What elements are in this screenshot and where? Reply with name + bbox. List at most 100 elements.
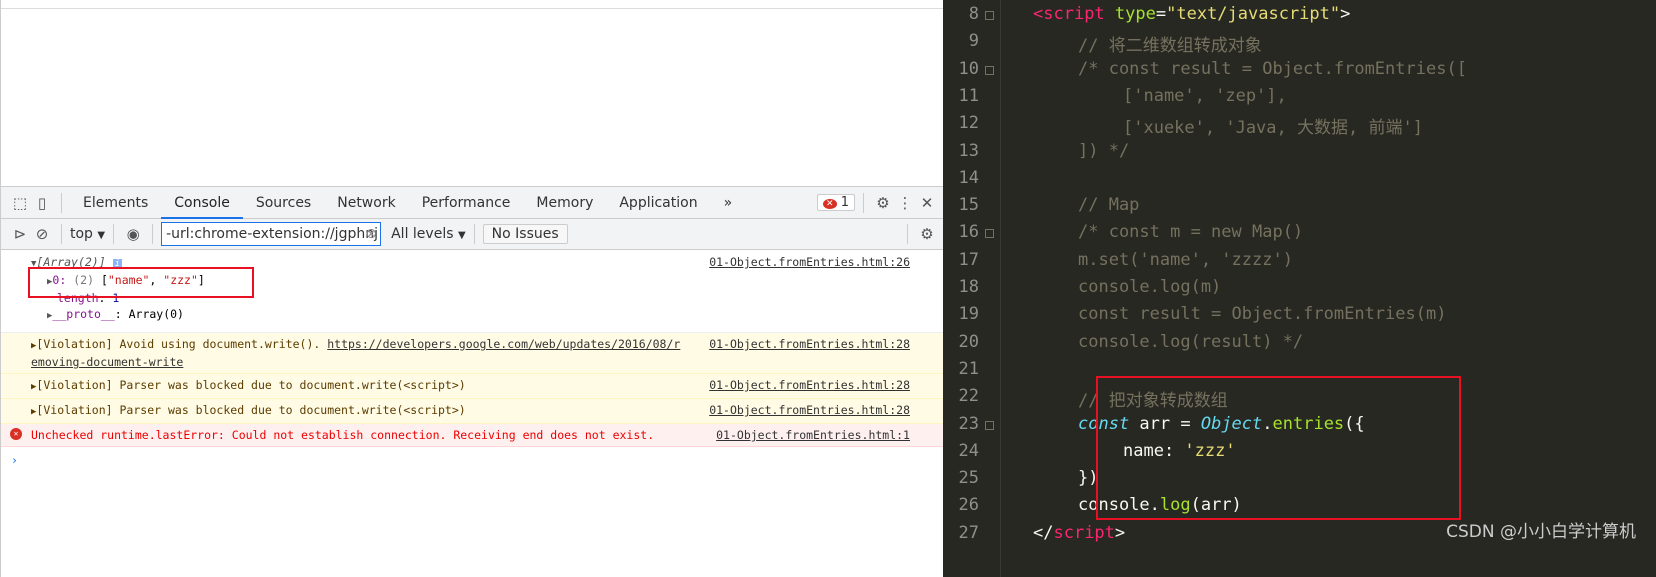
line-number: 24	[958, 440, 979, 461]
line-number: 26	[958, 495, 979, 516]
line-number: 10	[958, 58, 979, 79]
console-warning: ▶[Violation] Parser was blocked due to d…	[1, 399, 944, 424]
highlight-box	[1096, 376, 1461, 520]
message-text: [Violation] Parser was blocked due to do…	[36, 403, 466, 417]
levels-value: All levels	[391, 226, 454, 242]
line-number: 12	[958, 113, 979, 134]
tab-elements[interactable]: Elements	[70, 187, 161, 219]
devtools-tab-bar: ⬚ ▯ Elements Console Sources Network Per…	[1, 186, 944, 219]
fold-toggle-icon[interactable]	[985, 65, 994, 75]
clear-filter-icon[interactable]: ⊗	[365, 223, 377, 245]
console-warning: ▶[Violation] Parser was blocked due to d…	[1, 374, 944, 399]
console-warning: ▶[Violation] Avoid using document.write(…	[1, 333, 944, 374]
error-icon: ✕	[10, 428, 22, 440]
tab-application[interactable]: Application	[606, 187, 710, 219]
divider	[113, 224, 115, 244]
code-line: m.set('name', 'zzzz')	[1078, 249, 1293, 270]
gutter-divider	[1000, 0, 1001, 577]
proto-value: Array(0)	[128, 307, 184, 321]
chevron-down-icon: ▼	[457, 230, 466, 241]
console-settings-gear-icon[interactable]: ⚙	[916, 225, 938, 243]
more-tabs-button[interactable]: »	[711, 187, 746, 219]
array-proto[interactable]: ▶__proto__: Array(0)	[31, 306, 684, 324]
error-count-badge[interactable]: ✕ 1	[817, 194, 855, 211]
inspect-element-icon[interactable]: ⬚	[9, 194, 31, 212]
line-number: 13	[958, 140, 979, 161]
message-text: [Violation] Parser was blocked due to do…	[36, 378, 466, 392]
live-expression-eye-icon[interactable]: ◉	[122, 225, 144, 243]
line-number: 18	[958, 277, 979, 297]
watermark: CSDN @小小白学计算机	[1446, 522, 1636, 542]
code-line: /* const m = new Map()	[1078, 222, 1304, 243]
browser-devtools-panel: ⬚ ▯ Elements Console Sources Network Per…	[0, 0, 944, 577]
line-number: 9	[968, 31, 979, 52]
code-line: console.log(m)	[1078, 277, 1222, 297]
line-number: 23	[958, 413, 979, 434]
fold-toggle-icon[interactable]	[985, 11, 994, 20]
sidebar-toggle-icon[interactable]: ⊳	[9, 225, 31, 243]
code-line: /* const result = Object.fromEntries([	[1078, 58, 1467, 79]
line-number: 20	[958, 331, 979, 352]
code-line: const result = Object.fromEntries(m)	[1078, 304, 1447, 325]
line-number: 22	[958, 386, 979, 407]
divider	[907, 224, 908, 244]
device-toolbar-icon[interactable]: ▯	[31, 194, 53, 212]
line-number: 25	[958, 468, 979, 489]
source-link[interactable]: 01-Object.fromEntries.html:28	[709, 377, 910, 393]
line-number: 11	[958, 85, 979, 106]
console-error: ✕ Unchecked runtime.lastError: Could not …	[1, 424, 944, 447]
tab-memory[interactable]: Memory	[523, 187, 606, 219]
context-selector[interactable]: top ▼	[70, 226, 105, 242]
highlight-box	[28, 267, 254, 298]
issues-button[interactable]: No Issues	[482, 224, 568, 244]
message-text: [Violation] Avoid using document.write()…	[36, 337, 328, 351]
line-number: 27	[958, 522, 979, 543]
proto-key: __proto__	[52, 307, 115, 321]
chevron-down-icon: ▼	[97, 230, 106, 241]
code-line: ['xueke', 'Java, 大数据, 前端']	[1123, 118, 1423, 139]
divider	[152, 224, 154, 244]
page-divider	[1, 8, 944, 9]
source-link[interactable]: 01-Object.fromEntries.html:1	[716, 427, 910, 443]
code-line: ['name', 'zep'],	[1123, 85, 1287, 106]
divider	[61, 224, 62, 244]
console-prompt[interactable]: ›	[1, 447, 944, 473]
code-line: <script type="text/javascript">	[1033, 4, 1351, 24]
line-number: 19	[958, 304, 979, 325]
fold-toggle-icon[interactable]	[985, 229, 994, 239]
line-number: 16	[958, 222, 979, 243]
line-number: 8	[968, 4, 979, 24]
code-line: // Map	[1078, 195, 1140, 216]
divider	[473, 224, 475, 244]
fold-toggle-icon[interactable]	[985, 420, 994, 430]
source-link[interactable]: 01-Object.fromEntries.html:28	[709, 402, 910, 418]
error-icon: ✕	[823, 199, 837, 209]
filter-value: -url:chrome-extension://jgphnj	[166, 226, 378, 242]
code-line: console.log(result) */	[1078, 331, 1304, 352]
line-number: 17	[958, 249, 979, 270]
tab-console[interactable]: Console	[161, 187, 243, 219]
clear-console-icon[interactable]: ⊘	[31, 225, 53, 243]
message-text: Unchecked runtime.lastError: Could not e…	[31, 428, 655, 442]
console-toolbar: ⊳ ⊘ top ▼ ◉ -url:chrome-extension://jgph…	[1, 219, 944, 250]
divider	[863, 192, 864, 213]
source-link[interactable]: 01-Object.fromEntries.html:26	[709, 254, 910, 270]
error-count: 1	[840, 195, 849, 210]
more-options-icon[interactable]: ⋮	[894, 194, 916, 212]
tab-sources[interactable]: Sources	[243, 187, 324, 219]
source-link[interactable]: 01-Object.fromEntries.html:28	[709, 336, 910, 352]
settings-gear-icon[interactable]: ⚙	[872, 194, 894, 212]
code-line: // 将二维数组转成对象	[1078, 36, 1262, 57]
close-icon[interactable]: ✕	[916, 194, 938, 212]
console-filter-input[interactable]: -url:chrome-extension://jgphnj ⊗	[161, 222, 382, 246]
line-number: 21	[958, 358, 979, 379]
code-line: </script>	[1033, 522, 1126, 543]
line-number: 14	[958, 167, 979, 188]
code-line: ]) */	[1078, 140, 1130, 161]
tab-network[interactable]: Network	[324, 187, 408, 219]
divider	[61, 192, 62, 213]
line-number: 15	[958, 195, 979, 216]
context-value: top	[70, 226, 93, 242]
log-levels-dropdown[interactable]: All levels ▼	[391, 226, 466, 242]
tab-performance[interactable]: Performance	[409, 187, 524, 219]
